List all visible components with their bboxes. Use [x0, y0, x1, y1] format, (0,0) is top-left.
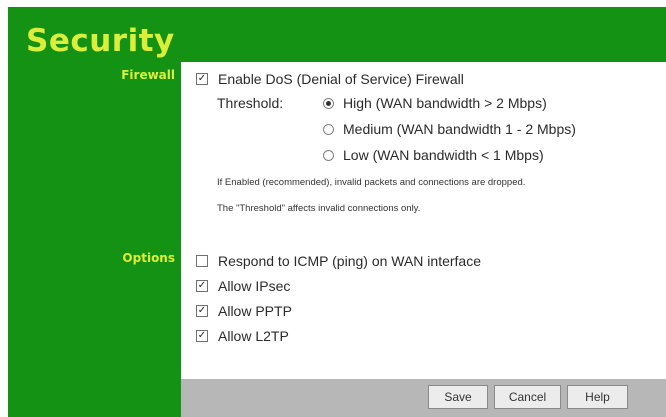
- threshold-medium-label: Medium (WAN bandwidth 1 - 2 Mbps): [343, 121, 576, 137]
- threshold-high-label: High (WAN bandwidth > 2 Mbps): [343, 95, 547, 111]
- option-ipsec-row[interactable]: ✓ Allow IPsec: [196, 278, 290, 294]
- help-button[interactable]: Help: [567, 385, 628, 409]
- button-bar: Save Cancel Help: [181, 379, 666, 417]
- icmp-label: Respond to ICMP (ping) on WAN interface: [218, 253, 482, 269]
- threshold-option-high[interactable]: High (WAN bandwidth > 2 Mbps): [323, 95, 547, 111]
- l2tp-checkbox[interactable]: ✓: [196, 330, 208, 342]
- threshold-medium-radio[interactable]: [323, 123, 334, 135]
- threshold-option-medium[interactable]: Medium (WAN bandwidth 1 - 2 Mbps): [323, 121, 576, 137]
- main-content: ✓ Enable DoS (Denial of Service) Firewal…: [181, 62, 666, 417]
- threshold-low-radio[interactable]: [323, 149, 334, 161]
- page-title: Security: [26, 23, 175, 59]
- enable-dos-label: Enable DoS (Denial of Service) Firewall: [218, 71, 464, 87]
- threshold-label: Threshold:: [217, 95, 284, 111]
- options-section-label: Options: [122, 251, 175, 265]
- pptp-label: Allow PPTP: [218, 303, 292, 319]
- sidebar: Firewall Options: [8, 62, 181, 417]
- enable-dos-checkbox[interactable]: ✓: [196, 73, 208, 85]
- firewall-note-1: If Enabled (recommended), invalid packet…: [217, 177, 526, 188]
- cancel-button[interactable]: Cancel: [494, 385, 561, 409]
- threshold-option-low[interactable]: Low (WAN bandwidth < 1 Mbps): [323, 147, 544, 163]
- save-button[interactable]: Save: [428, 385, 488, 409]
- icmp-checkbox[interactable]: [196, 255, 208, 267]
- ipsec-checkbox[interactable]: ✓: [196, 280, 208, 292]
- firewall-note-2: The "Threshold" affects invalid connecti…: [217, 203, 421, 214]
- threshold-low-label: Low (WAN bandwidth < 1 Mbps): [343, 147, 544, 163]
- header-bar: Security: [8, 7, 666, 62]
- option-pptp-row[interactable]: ✓ Allow PPTP: [196, 303, 292, 319]
- option-l2tp-row[interactable]: ✓ Allow L2TP: [196, 328, 289, 344]
- ipsec-label: Allow IPsec: [218, 278, 291, 294]
- threshold-label-row: Threshold:: [217, 95, 283, 111]
- firewall-section-label: Firewall: [121, 68, 175, 82]
- l2tp-label: Allow L2TP: [218, 328, 289, 344]
- pptp-checkbox[interactable]: ✓: [196, 305, 208, 317]
- enable-dos-row[interactable]: ✓ Enable DoS (Denial of Service) Firewal…: [196, 71, 464, 87]
- option-icmp-row[interactable]: Respond to ICMP (ping) on WAN interface: [196, 253, 481, 269]
- threshold-high-radio[interactable]: [323, 97, 334, 109]
